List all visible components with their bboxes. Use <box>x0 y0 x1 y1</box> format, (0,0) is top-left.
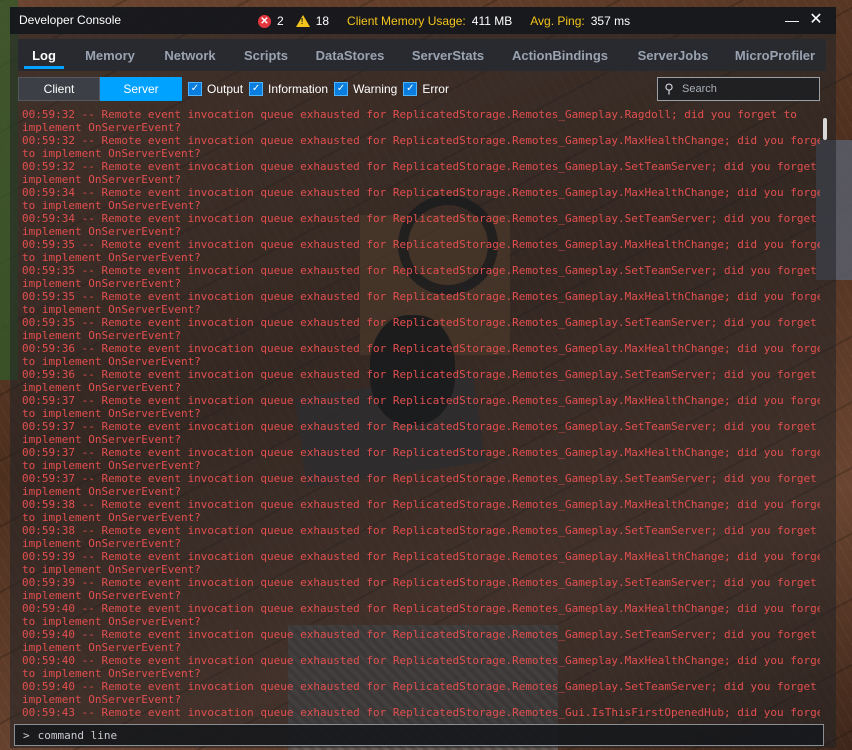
checkmark-icon: ✓ <box>403 82 418 96</box>
log-entry: to implement OnServerEvent? <box>22 355 201 368</box>
developer-console-window: Developer Console ✕ 2 ! 18 Client Memory… <box>10 7 836 748</box>
log-entry: 00:59:32 -- Remote event invocation queu… <box>22 134 820 147</box>
log-entry: 00:59:37 -- Remote event invocation queu… <box>22 394 820 407</box>
server-toggle-button[interactable]: Server <box>100 77 182 101</box>
log-entry: 00:59:35 -- Remote event invocation queu… <box>22 316 817 329</box>
log-entry: implement OnServerEvent? <box>22 485 181 498</box>
log-entry: 00:59:38 -- Remote event invocation queu… <box>22 524 817 537</box>
ping-label: Avg. Ping: <box>530 14 585 28</box>
search-icon: ⚲ <box>664 81 674 96</box>
information-filter-label: Information <box>268 82 329 96</box>
tab-microprofiler[interactable]: MicroProfiler <box>724 39 826 71</box>
log-entry: 00:59:32 -- Remote event invocation queu… <box>22 160 817 173</box>
checkmark-icon: ✓ <box>249 82 264 96</box>
error-filter-checkbox[interactable]: ✓ Error <box>403 82 449 96</box>
log-output[interactable]: 00:59:32 -- Remote event invocation queu… <box>22 108 820 722</box>
command-prompt-glyph: > <box>23 728 30 742</box>
log-entry: to implement OnServerEvent? <box>22 667 201 680</box>
log-entry: implement OnServerEvent? <box>22 589 181 602</box>
tab-memory[interactable]: Memory <box>70 39 150 71</box>
log-entry: to implement OnServerEvent? <box>22 615 201 628</box>
checkmark-icon: ✓ <box>188 82 202 96</box>
warning-icon: ! <box>295 15 310 27</box>
error-filter-label: Error <box>422 82 449 96</box>
log-entry: to implement OnServerEvent? <box>22 199 201 212</box>
warning-count: 18 <box>315 14 330 28</box>
search-input[interactable] <box>680 82 814 96</box>
title-bar[interactable]: Developer Console ✕ 2 ! 18 Client Memory… <box>10 7 836 34</box>
tab-serverjobs[interactable]: ServerJobs <box>622 39 724 71</box>
tab-log[interactable]: Log <box>18 39 70 71</box>
log-entry: implement OnServerEvent? <box>22 641 181 654</box>
warning-filter-label: Warning <box>353 82 398 96</box>
log-entry: 00:59:36 -- Remote event invocation queu… <box>22 342 820 355</box>
memory-value: 411 MB <box>471 14 513 28</box>
ping-value: 357 ms <box>590 14 631 28</box>
client-toggle-button[interactable]: Client <box>18 77 100 101</box>
log-entry: implement OnServerEvent? <box>22 537 181 550</box>
log-entry: implement OnServerEvent? <box>22 693 181 706</box>
log-entry: 00:59:32 -- Remote event invocation queu… <box>22 108 797 121</box>
log-entry: 00:59:40 -- Remote event invocation queu… <box>22 654 820 667</box>
tab-network[interactable]: Network <box>150 39 230 71</box>
log-entry: 00:59:40 -- Remote event invocation queu… <box>22 628 817 641</box>
log-entry: to implement OnServerEvent? <box>22 147 201 160</box>
log-entry: implement OnServerEvent? <box>22 433 181 446</box>
log-entry: 00:59:39 -- Remote event invocation queu… <box>22 576 817 589</box>
log-entry: 00:59:37 -- Remote event invocation queu… <box>22 446 820 459</box>
search-box[interactable]: ⚲ <box>657 77 820 101</box>
log-entry: 00:59:37 -- Remote event invocation queu… <box>22 472 817 485</box>
tab-actionbindings[interactable]: ActionBindings <box>498 39 622 71</box>
log-entry: 00:59:38 -- Remote event invocation queu… <box>22 498 820 511</box>
log-entry: 00:59:36 -- Remote event invocation queu… <box>22 368 817 381</box>
log-entry: 00:59:37 -- Remote event invocation queu… <box>22 420 817 433</box>
log-filter-bar: Client Server ✓ Output ✓ Information ✓ W… <box>18 77 449 101</box>
log-entry: implement OnServerEvent? <box>22 121 181 134</box>
log-entry: implement OnServerEvent? <box>22 381 181 394</box>
log-entry: implement OnServerEvent? <box>22 329 181 342</box>
close-icon[interactable]: ✕ <box>806 10 826 30</box>
output-filter-label: Output <box>207 82 244 96</box>
tab-serverstats[interactable]: ServerStats <box>398 39 498 71</box>
log-entry: implement OnServerEvent? <box>22 277 181 290</box>
log-entry: 00:59:35 -- Remote event invocation queu… <box>22 238 820 251</box>
log-entry: 00:59:35 -- Remote event invocation queu… <box>22 264 817 277</box>
error-icon: ✕ <box>258 14 271 28</box>
log-entry: 00:59:39 -- Remote event invocation queu… <box>22 550 820 563</box>
log-entry: implement OnServerEvent? <box>22 173 181 186</box>
log-entry: 00:59:34 -- Remote event invocation queu… <box>22 212 817 225</box>
information-filter-checkbox[interactable]: ✓ Information <box>249 82 328 96</box>
command-line-bar[interactable]: > <box>14 724 824 746</box>
tab-scripts[interactable]: Scripts <box>230 39 302 71</box>
log-entry: to implement OnServerEvent? <box>22 407 201 420</box>
command-line-input[interactable] <box>35 727 800 743</box>
tab-datastores[interactable]: DataStores <box>302 39 398 71</box>
window-title: Developer Console <box>19 13 122 27</box>
log-entry: to implement OnServerEvent? <box>22 251 201 264</box>
log-entry: 00:59:34 -- Remote event invocation queu… <box>22 186 820 199</box>
memory-label: Client Memory Usage: <box>347 14 466 28</box>
minimize-icon[interactable]: — <box>782 10 802 30</box>
log-entry: to implement OnServerEvent? <box>22 303 201 316</box>
error-count: 2 <box>277 14 284 28</box>
checkmark-icon: ✓ <box>334 82 349 96</box>
scrollbar-thumb[interactable] <box>823 118 827 140</box>
tab-bar: Log Memory Network Scripts DataStores Se… <box>18 39 826 71</box>
client-stats: ✕ 2 ! 18 Client Memory Usage: 411 MB Avg… <box>258 12 630 30</box>
output-filter-checkbox[interactable]: ✓ Output <box>188 82 243 96</box>
log-entry: to implement OnServerEvent? <box>22 563 201 576</box>
log-entry: 00:59:35 -- Remote event invocation queu… <box>22 290 820 303</box>
log-entry: 00:59:40 -- Remote event invocation queu… <box>22 680 817 693</box>
log-entry: to implement OnServerEvent? <box>22 511 201 524</box>
log-scrollbar[interactable] <box>822 108 830 722</box>
log-entry: 00:59:40 -- Remote event invocation queu… <box>22 602 820 615</box>
warning-filter-checkbox[interactable]: ✓ Warning <box>334 82 397 96</box>
log-entry: to implement OnServerEvent? <box>22 459 201 472</box>
log-entry: implement OnServerEvent? <box>22 225 181 238</box>
log-entry: 00:59:43 -- Remote event invocation queu… <box>22 706 820 719</box>
